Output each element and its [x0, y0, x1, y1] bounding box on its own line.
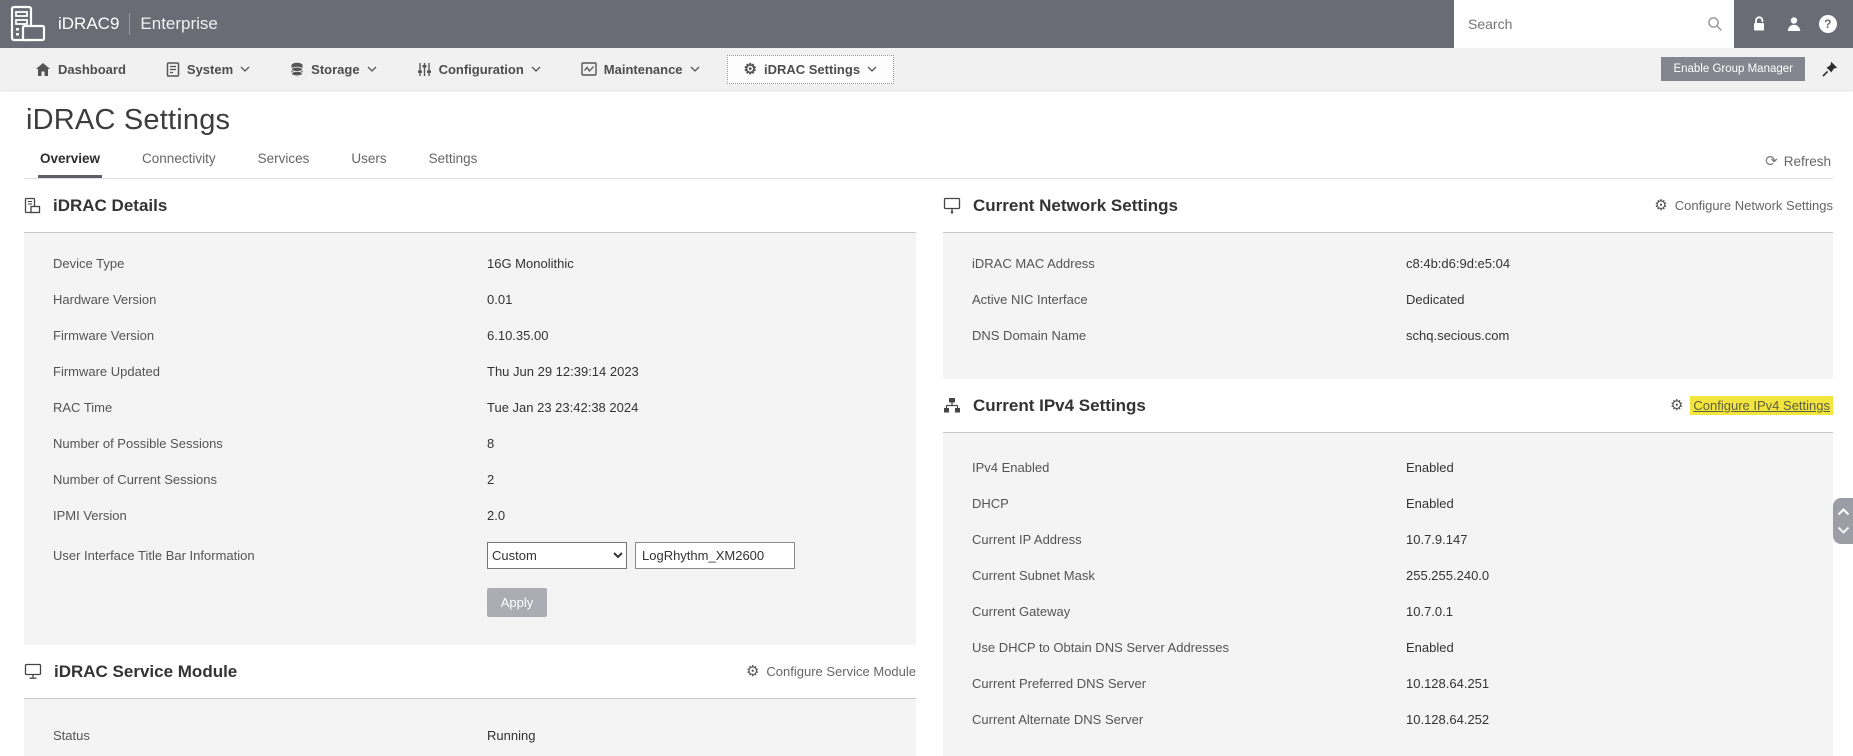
nav-maintenance[interactable]: Maintenance	[568, 56, 713, 83]
chevron-down-icon	[531, 66, 541, 72]
detail-row: iDRAC MAC Address c8:4b:d6:9d:e5:04	[972, 255, 1511, 271]
section-title: iDRAC Service Module	[54, 661, 238, 681]
apply-row: Apply	[24, 577, 916, 627]
idrac-logo-icon	[10, 5, 46, 42]
configure-service-module-link[interactable]: ⚙ Configure Service Module	[746, 664, 916, 679]
scroll-widget	[1833, 498, 1853, 544]
chart-box-icon	[581, 62, 597, 76]
chevron-down-icon	[867, 66, 877, 72]
nav-configuration[interactable]: Configuration	[404, 56, 554, 83]
ipv4-settings-header: Current IPv4 Settings ⚙ Configure IPv4 S…	[943, 379, 1833, 432]
configure-network-settings-link[interactable]: ⚙ Configure Network Settings	[1654, 198, 1833, 213]
page-title: iDRAC Settings	[26, 104, 231, 136]
gear-icon: ⚙	[1669, 397, 1684, 414]
sliders-icon	[417, 62, 431, 76]
tab-overview[interactable]: Overview	[38, 141, 103, 178]
detail-row: Device Type 16G Monolithic	[53, 255, 574, 271]
detail-row: RAC Time Tue Jan 23 23:42:38 2024	[53, 399, 639, 415]
license-edition: Enterprise	[140, 14, 218, 33]
detail-row: DNS Domain Name schq.secious.com	[972, 327, 1510, 343]
detail-row: Number of Current Sessions 2	[53, 471, 495, 487]
server-icon	[166, 61, 180, 77]
service-module-header: iDRAC Service Module ⚙ Configure Service…	[24, 645, 916, 698]
refresh-button[interactable]: ⟳ Refresh	[1765, 154, 1831, 178]
detail-row: IPv4 Enabled Enabled	[972, 459, 1454, 475]
gear-icon: ⚙	[745, 663, 760, 680]
chevron-down-icon	[367, 66, 377, 72]
idrac-details-icon	[24, 197, 41, 213]
detail-row: Status Running	[53, 727, 536, 743]
detail-row: Firmware Version 6.10.35.00	[53, 327, 549, 343]
nav-storage[interactable]: Storage	[277, 56, 389, 83]
nav-system[interactable]: System	[153, 56, 263, 83]
ipv4-settings-panel: IPv4 Enabled Enabled DHCP Enabled Curren…	[943, 432, 1833, 756]
detail-row: DHCP Enabled	[972, 495, 1454, 511]
detail-row: Use DHCP to Obtain DNS Server Addresses …	[972, 639, 1454, 655]
gears-icon: ⚙	[743, 60, 757, 78]
user-icon[interactable]	[1785, 15, 1803, 33]
tab-bar: Overview Connectivity Services Users Set…	[24, 141, 1833, 179]
section-title: iDRAC Details	[53, 195, 168, 215]
network-settings-panel: iDRAC MAC Address c8:4b:d6:9d:e5:04 Acti…	[943, 232, 1833, 379]
topbar-icon-group: ?	[1734, 0, 1853, 48]
top-bar: iDRAC9 Enterprise ?	[0, 0, 1853, 48]
chevron-down-icon	[240, 66, 250, 72]
detail-row: Number of Possible Sessions 8	[53, 435, 495, 451]
detail-row: Firmware Updated Thu Jun 29 12:39:14 202…	[53, 363, 639, 379]
gear-icon: ⚙	[1654, 197, 1668, 214]
configure-ipv4-settings-link[interactable]: ⚙ Configure IPv4 Settings	[1670, 396, 1833, 415]
tab-services[interactable]: Services	[256, 141, 312, 178]
apply-button[interactable]: Apply	[487, 587, 547, 617]
search-input[interactable]	[1468, 16, 1706, 32]
scroll-down-button[interactable]	[1837, 526, 1850, 534]
scroll-up-button[interactable]	[1837, 508, 1850, 516]
brand-area: iDRAC9 Enterprise	[0, 4, 218, 44]
section-title: Current Network Settings	[973, 195, 1178, 215]
tab-settings[interactable]: Settings	[427, 141, 480, 178]
highlighted-link-text[interactable]: Configure IPv4 Settings	[1690, 396, 1833, 415]
search-icon[interactable]	[1706, 15, 1724, 33]
refresh-icon: ⟳	[1765, 153, 1778, 170]
nav-idrac-settings[interactable]: ⚙ iDRAC Settings	[726, 54, 895, 84]
main-nav: Dashboard System Storage Configuration M…	[0, 48, 1853, 90]
help-icon[interactable]: ?	[1818, 15, 1837, 33]
title-bar-text-input[interactable]	[635, 541, 795, 569]
home-icon	[36, 62, 50, 76]
detail-row: Current Subnet Mask 255.255.240.0	[972, 567, 1490, 583]
tab-users[interactable]: Users	[349, 141, 388, 178]
detail-row: Hardware Version 0.01	[53, 291, 513, 307]
detail-row: IPMI Version 2.0	[53, 507, 506, 523]
brand-divider	[129, 13, 131, 35]
search-box[interactable]	[1454, 0, 1734, 48]
idrac-details-panel: Device Type 16G Monolithic Hardware Vers…	[24, 232, 916, 645]
chevron-down-icon	[690, 66, 699, 72]
detail-row: Current Gateway 10.7.0.1	[972, 603, 1453, 619]
service-module-panel: Status Running	[24, 698, 916, 756]
monitor-icon	[24, 663, 42, 679]
unlock-icon[interactable]	[1750, 15, 1768, 33]
storage-disk-icon	[291, 62, 304, 76]
nav-dashboard[interactable]: Dashboard	[22, 56, 139, 83]
pin-icon[interactable]	[1821, 60, 1839, 78]
product-name: iDRAC9	[58, 14, 120, 33]
network-monitor-icon	[943, 197, 961, 214]
title-bar-info-row: User Interface Title Bar Information Cus…	[24, 533, 916, 577]
detail-row: Active NIC Interface Dedicated	[972, 291, 1465, 307]
detail-row: Current IP Address 10.7.9.147	[972, 531, 1468, 547]
idrac-details-header: iDRAC Details	[24, 179, 916, 232]
detail-row: Current Alternate DNS Server 10.128.64.2…	[972, 711, 1490, 727]
section-title: Current IPv4 Settings	[973, 395, 1146, 415]
tab-connectivity[interactable]: Connectivity	[140, 141, 218, 178]
network-settings-header: Current Network Settings ⚙ Configure Net…	[943, 179, 1833, 232]
enable-group-manager-button[interactable]: Enable Group Manager	[1661, 57, 1805, 81]
detail-row: Current Preferred DNS Server 10.128.64.2…	[972, 675, 1490, 691]
network-topology-icon	[944, 398, 960, 413]
title-bar-mode-select[interactable]: Custom	[487, 541, 627, 569]
